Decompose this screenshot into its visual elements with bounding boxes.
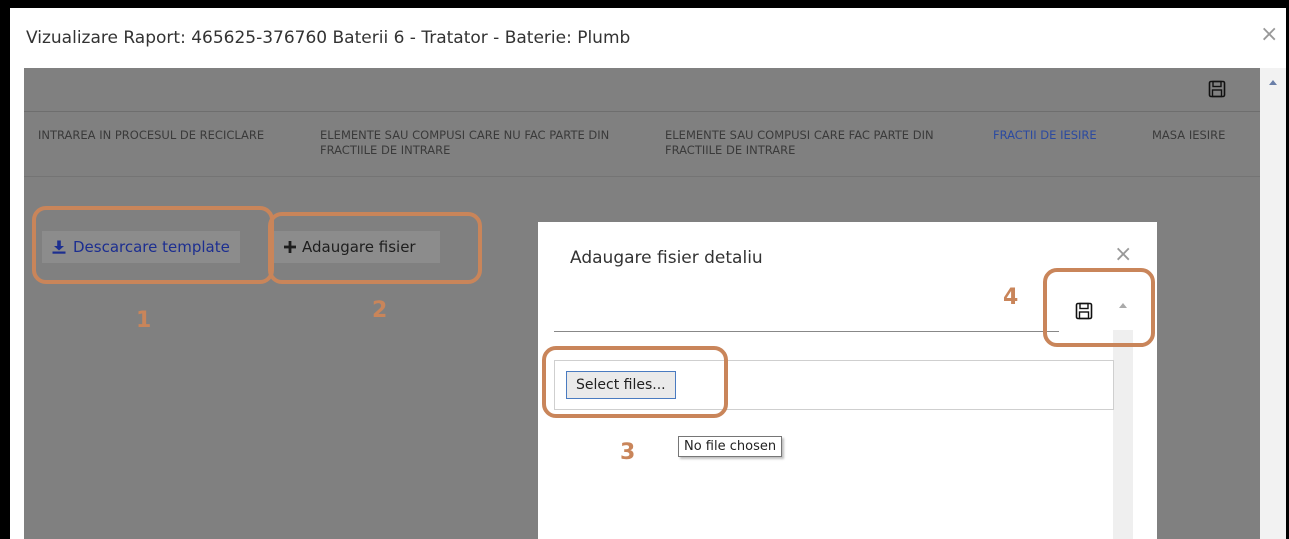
report-window-titlebar: Vizualizare Raport: 465625-376760 Bateri… <box>10 8 1286 68</box>
report-tabs: INTRAREA IN PROCESUL DE RECICLARE ELEMEN… <box>24 128 1260 172</box>
tab-masa-iesire[interactable]: MASA IESIRE <box>1152 128 1225 143</box>
tab-intrarea[interactable]: INTRAREA IN PROCESUL DE RECICLARE <box>38 128 264 143</box>
no-file-chosen-tooltip: No file chosen <box>678 436 783 457</box>
add-file-detail-dialog: Adaugare fisier detaliu × Select files..… <box>538 222 1157 539</box>
callout-select-files <box>542 346 728 418</box>
tabs-divider <box>24 176 1260 177</box>
callout-number-4: 4 <box>1003 285 1019 310</box>
callout-number-2: 2 <box>372 298 388 323</box>
dialog-scrollbar[interactable] <box>1113 330 1133 539</box>
callout-number-3: 3 <box>620 440 636 465</box>
callout-save <box>1043 268 1155 347</box>
toolbar-divider <box>24 111 1260 112</box>
callout-add-file <box>268 212 482 284</box>
tab-elemente-fac-parte[interactable]: ELEMENTE SAU COMPUSI CARE FAC PARTE DIN … <box>665 128 965 158</box>
callout-number-1: 1 <box>136 308 152 333</box>
report-window-title: Vizualizare Raport: 465625-376760 Bateri… <box>26 28 631 48</box>
scroll-up-arrow-icon[interactable] <box>1269 80 1277 85</box>
dialog-close-icon[interactable]: × <box>1114 244 1132 266</box>
tab-elemente-nu-fac-parte[interactable]: ELEMENTE SAU COMPUSI CARE NU FAC PARTE D… <box>320 128 620 158</box>
callout-download-template <box>32 206 274 284</box>
tab-fractii-de-iesire[interactable]: FRACTII DE IESIRE <box>993 128 1097 143</box>
dialog-toolbar-divider <box>554 331 1059 332</box>
toolbar-save-icon[interactable] <box>1208 80 1226 98</box>
window-scrollbar[interactable] <box>1260 68 1286 539</box>
dialog-title: Adaugare fisier detaliu <box>570 248 763 268</box>
window-close-icon[interactable]: × <box>1260 24 1278 46</box>
